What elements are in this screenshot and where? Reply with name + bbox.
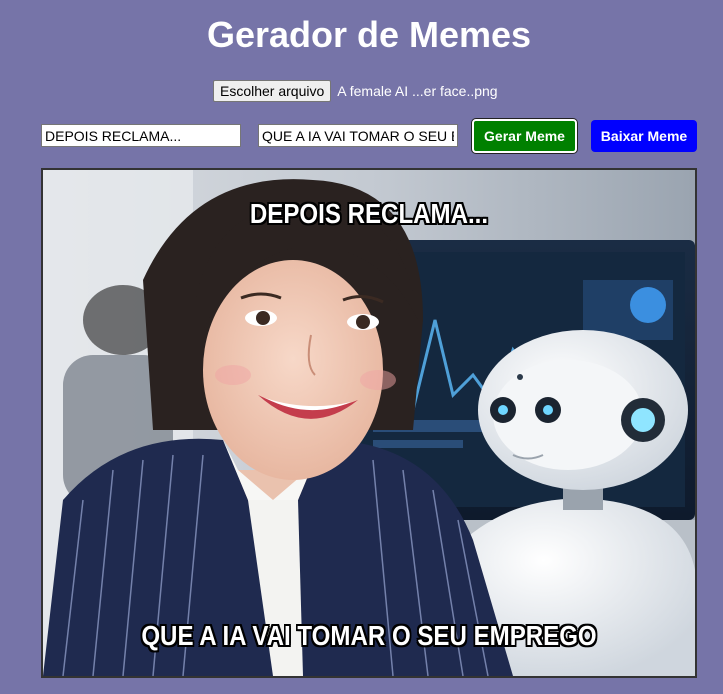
top-text-input[interactable] [41, 124, 241, 147]
page-title: Gerador de Memes [206, 14, 532, 55]
meme-image [43, 170, 695, 676]
meme-canvas: DEPOIS RECLAMA... QUE A IA VAI TOMAR O S… [41, 168, 697, 678]
generate-meme-button[interactable]: Gerar Meme [472, 119, 577, 153]
meme-bottom-caption: QUE A IA VAI TOMAR O SEU EMPREGO [141, 620, 597, 651]
download-meme-button[interactable]: Baixar Meme [591, 120, 697, 152]
choose-file-button[interactable]: Escolher arquivo [213, 80, 332, 102]
file-picker[interactable]: Escolher arquivo A female AI ...er face.… [213, 80, 498, 102]
meme-top-caption: DEPOIS RECLAMA... [249, 198, 489, 229]
bottom-text-input[interactable] [258, 124, 458, 147]
selected-file-name: A female AI ...er face..png [337, 83, 498, 99]
